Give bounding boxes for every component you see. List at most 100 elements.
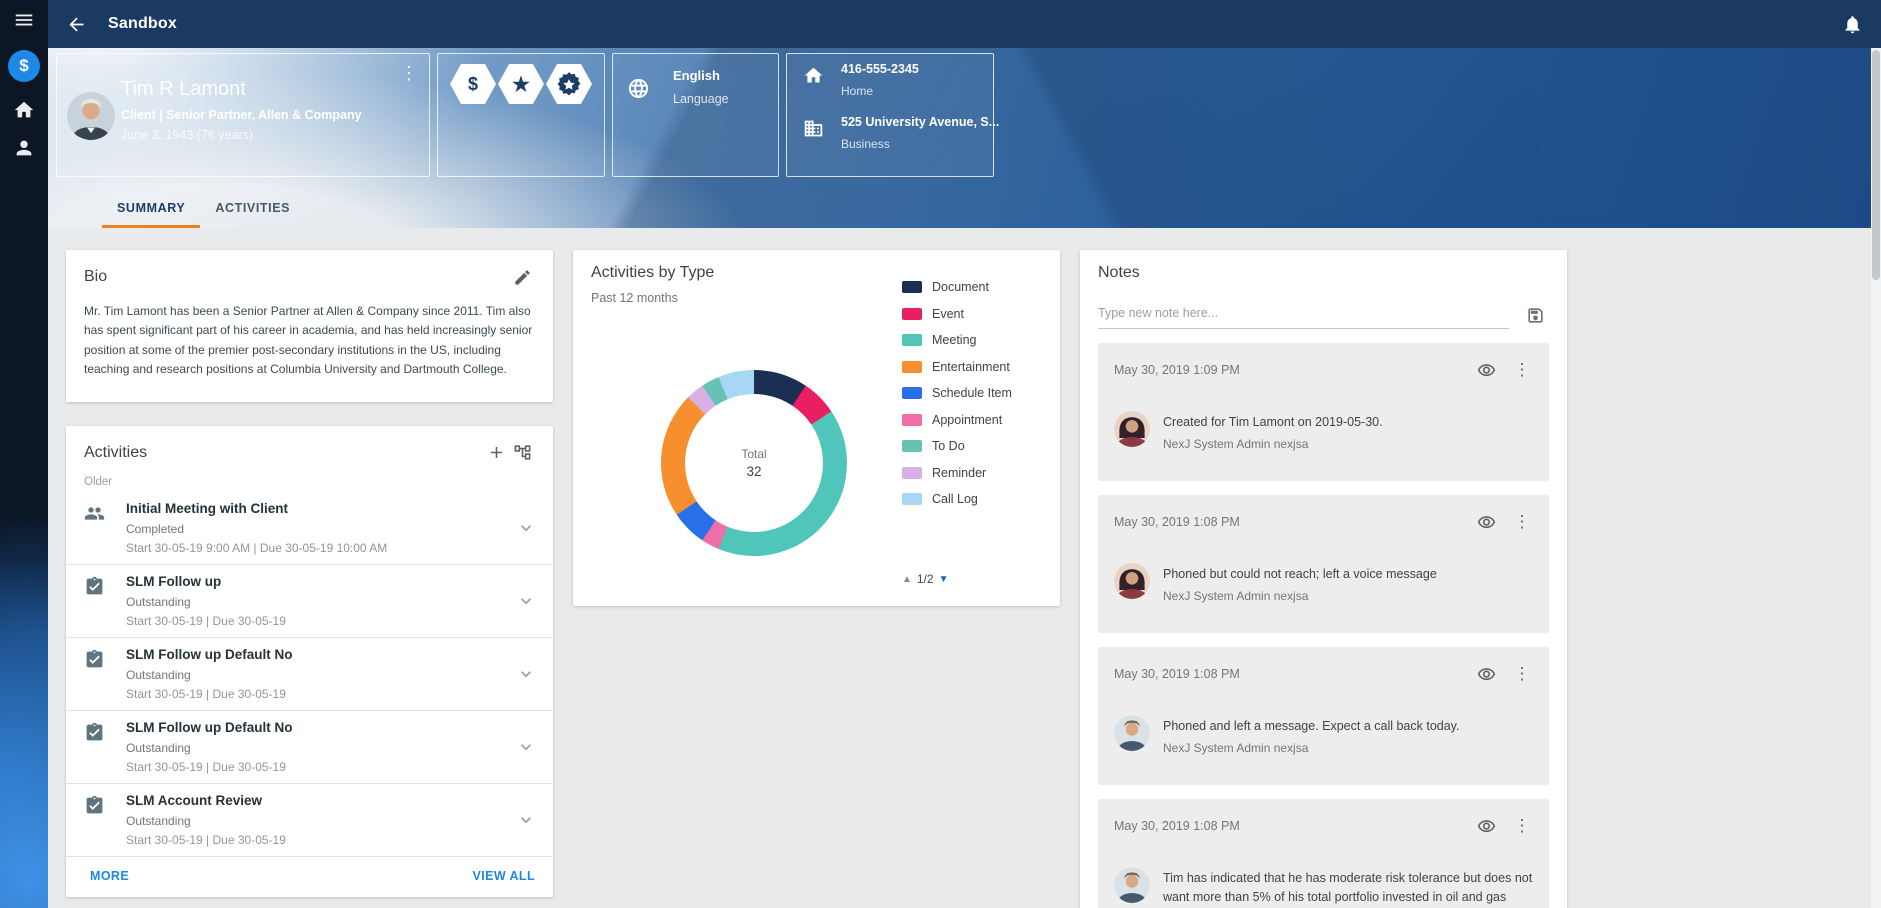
- view-note-button[interactable]: [1473, 509, 1499, 535]
- note-text: Created for Tim Lamont on 2019-05-30.: [1163, 413, 1383, 432]
- donut-total-label: Total: [741, 447, 766, 461]
- activity-item[interactable]: SLM Follow up Default No Outstanding Sta…: [66, 638, 553, 710]
- sidebar-item-home[interactable]: [0, 91, 48, 129]
- contact-info-card: 416-555-2345 Home 525 University Avenue,…: [786, 53, 994, 177]
- chevron-down-icon[interactable]: [513, 515, 539, 541]
- new-note-input[interactable]: [1098, 300, 1509, 329]
- page-down-icon[interactable]: ▼: [939, 574, 949, 585]
- note-overflow-menu-icon[interactable]: ⋮: [1511, 512, 1533, 532]
- save-note-button[interactable]: [1521, 301, 1549, 329]
- content-area: Bio Mr. Tim Lamont has been a Senior Par…: [48, 228, 1881, 908]
- bell-icon: [1842, 14, 1863, 35]
- note-text: Tim has indicated that he has moderate r…: [1163, 869, 1533, 908]
- phone-row: 416-555-2345 Home: [803, 62, 993, 98]
- tab-activities[interactable]: ACTIVITIES: [200, 188, 305, 228]
- activity-status: Outstanding: [126, 741, 513, 755]
- legend-item: Entertainment: [902, 354, 1038, 381]
- top-app-bar: Sandbox: [48, 0, 1881, 48]
- donut-total-value: 32: [746, 464, 761, 479]
- task-check-icon: [84, 649, 108, 673]
- contact-role: Client | Senior Partner, Allen & Company: [121, 108, 389, 122]
- activity-text-block: Initial Meeting with Client Completed St…: [126, 501, 513, 555]
- chevron-down-icon[interactable]: [513, 588, 539, 614]
- view-all-button[interactable]: VIEW ALL: [473, 869, 535, 883]
- star-seal-badge[interactable]: [546, 64, 592, 104]
- profile-text-block: Tim R Lamont Client | Senior Partner, Al…: [121, 78, 389, 142]
- edit-bio-button[interactable]: [509, 264, 535, 290]
- legend-item: Appointment: [902, 407, 1038, 434]
- plus-icon: [487, 443, 506, 462]
- scrollbar[interactable]: [1871, 48, 1881, 908]
- legend-label: Meeting: [932, 333, 976, 347]
- note-body: Created for Tim Lamont on 2019-05-30. Ne…: [1114, 411, 1533, 451]
- note-author: NexJ System Admin nexjsa: [1163, 741, 1459, 755]
- note-overflow-menu-icon[interactable]: ⋮: [1511, 664, 1533, 684]
- activity-item[interactable]: SLM Account Review Outstanding Start 30-…: [66, 784, 553, 856]
- home-icon: [13, 99, 35, 121]
- notes-title: Notes: [1098, 264, 1549, 282]
- app-root: $ Sandbox: [0, 0, 1881, 908]
- page-up-icon[interactable]: ▲: [902, 574, 912, 585]
- bio-card: Bio Mr. Tim Lamont has been a Senior Par…: [66, 250, 553, 402]
- legend-item: To Do: [902, 433, 1038, 460]
- legend-label: Event: [932, 307, 964, 321]
- activity-item[interactable]: SLM Follow up Default No Outstanding Sta…: [66, 711, 553, 783]
- note-header: May 30, 2019 1:08 PM ⋮: [1114, 509, 1533, 535]
- building-icon: [803, 118, 824, 139]
- legend-swatch: [902, 281, 922, 293]
- page-title: Sandbox: [108, 15, 177, 33]
- notes-card: Notes May 30, 2019 1:09 PM ⋮: [1080, 250, 1567, 908]
- view-note-button[interactable]: [1473, 813, 1499, 839]
- profile-card: Tim R Lamont Client | Senior Partner, Al…: [56, 53, 430, 177]
- more-button[interactable]: MORE: [90, 869, 129, 883]
- note-author: NexJ System Admin nexjsa: [1163, 437, 1383, 451]
- activity-title: SLM Follow up Default No: [126, 720, 513, 735]
- address-label: Business: [841, 137, 999, 151]
- note-overflow-menu-icon[interactable]: ⋮: [1511, 360, 1533, 380]
- activity-title: SLM Account Review: [126, 793, 513, 808]
- chevron-down-icon[interactable]: [513, 807, 539, 833]
- chevron-down-icon[interactable]: [513, 734, 539, 760]
- home-icon: [803, 65, 824, 86]
- left-column: Bio Mr. Tim Lamont has been a Senior Par…: [66, 250, 553, 908]
- dollar-badge[interactable]: $: [450, 64, 496, 104]
- badges-card: $ ★: [437, 53, 605, 177]
- activities-footer: MORE VIEW ALL: [66, 857, 553, 897]
- view-note-button[interactable]: [1473, 357, 1499, 383]
- back-button[interactable]: [58, 6, 94, 42]
- activity-dates: Start 30-05-19 9:00 AM | Due 30-05-19 10…: [126, 541, 513, 555]
- tab-summary[interactable]: SUMMARY: [102, 188, 200, 228]
- note-body: Tim has indicated that he has moderate r…: [1114, 867, 1533, 908]
- app-logo-dollar-icon[interactable]: $: [8, 50, 40, 82]
- legend-swatch: [902, 361, 922, 373]
- legend-swatch: [902, 414, 922, 426]
- legend-label: Appointment: [932, 413, 1002, 427]
- tab-bar: SUMMARY ACTIVITIES: [102, 188, 305, 228]
- scrollbar-thumb[interactable]: [1872, 50, 1880, 280]
- tab-activities-label: ACTIVITIES: [215, 201, 290, 215]
- activity-dates: Start 30-05-19 | Due 30-05-19: [126, 687, 513, 701]
- activity-dates: Start 30-05-19 | Due 30-05-19: [126, 614, 513, 628]
- legend-pagination: ▲ 1/2 ▼: [902, 572, 1038, 586]
- note-text-block: Created for Tim Lamont on 2019-05-30. Ne…: [1163, 411, 1383, 451]
- note-text-block: Phoned but could not reach; left a voice…: [1163, 563, 1437, 603]
- sidebar-item-contacts[interactable]: [0, 129, 48, 167]
- note-overflow-menu-icon[interactable]: ⋮: [1511, 816, 1533, 836]
- note-text-block: Tim has indicated that he has moderate r…: [1163, 867, 1533, 908]
- language-value: English: [673, 68, 729, 83]
- activity-hierarchy-button[interactable]: [509, 440, 535, 466]
- address-value: 525 University Avenue, S...: [841, 115, 999, 129]
- note-item: May 30, 2019 1:09 PM ⋮ Created for Tim L…: [1098, 343, 1549, 481]
- notifications-button[interactable]: [1835, 7, 1869, 41]
- star-badge[interactable]: ★: [498, 64, 544, 104]
- activity-item[interactable]: Initial Meeting with Client Completed St…: [66, 492, 553, 564]
- profile-overflow-menu-icon[interactable]: ⋮: [399, 64, 419, 82]
- chevron-down-icon[interactable]: [513, 661, 539, 687]
- menu-button[interactable]: [0, 0, 48, 40]
- legend-item: Event: [902, 301, 1038, 328]
- phone-text-block: 416-555-2345 Home: [841, 62, 919, 98]
- view-note-button[interactable]: [1473, 661, 1499, 687]
- add-activity-button[interactable]: [483, 440, 509, 466]
- legend-item: Schedule Item: [902, 380, 1038, 407]
- activity-item[interactable]: SLM Follow up Outstanding Start 30-05-19…: [66, 565, 553, 637]
